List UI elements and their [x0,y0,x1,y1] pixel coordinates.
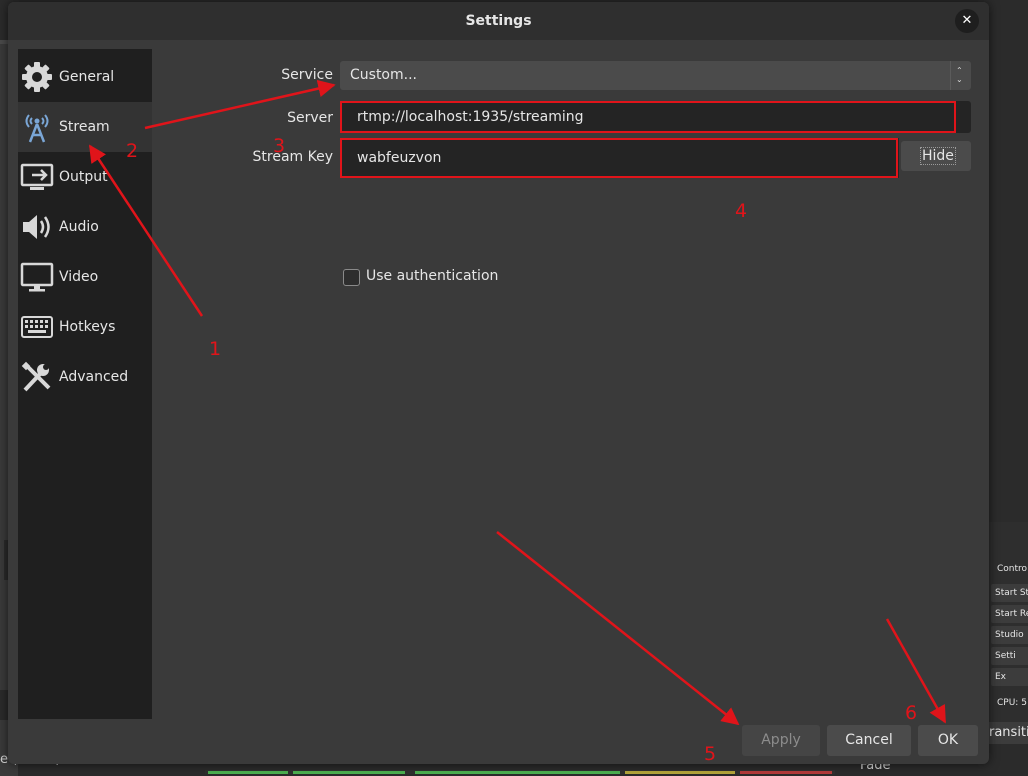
tools-icon [20,361,54,393]
speaker-icon [20,211,54,243]
background-transition-label: ransiti [989,722,1028,744]
dropdown-spinner-icon: ⌃ ⌄ [950,61,971,90]
chevron-up-icon: ⌃ [956,66,963,75]
annotation-number-5: 5 [704,743,717,765]
server-label: Server [287,110,333,126]
annotation-number-1: 1 [209,338,222,360]
cpu-status: CPU: 5 [997,698,1027,708]
use-authentication-label: Use authentication [366,268,499,284]
antenna-icon [20,111,54,143]
server-value: rtmp://localhost:1935/streaming [357,109,584,125]
keyboard-icon [20,311,54,343]
annotation-number-4: 4 [735,200,748,222]
apply-button[interactable]: Apply [742,725,820,756]
sidebar-item-label: Video [59,269,99,285]
close-icon[interactable]: ✕ [955,9,979,33]
start-streaming-button[interactable]: Start Stre [991,584,1028,602]
hide-key-button[interactable]: Hide [901,141,971,171]
ok-button[interactable]: OK [918,725,978,756]
annotation-number-2: 2 [126,140,139,162]
settings-button[interactable]: Setti [991,647,1028,665]
studio-mode-button[interactable]: Studio [991,626,1028,644]
dialog-title: Settings [465,13,532,29]
meter-segment [625,771,735,774]
output-monitor-icon [20,161,54,193]
settings-dialog: Settings ✕ General Stream Output Audio V… [8,2,989,764]
controls-heading: Contro [997,564,1028,574]
annotation-number-6: 6 [905,702,918,724]
stream-key-value: wabfeuzvon [357,150,442,166]
chevron-down-icon: ⌄ [956,75,963,84]
use-authentication-checkbox[interactable] [343,269,360,286]
stream-key-input[interactable]: wabfeuzvon [340,138,899,178]
sidebar-item-general[interactable]: General [18,52,152,102]
exit-button[interactable]: Ex [991,668,1028,686]
sidebar-item-advanced[interactable]: Advanced [18,352,152,402]
sidebar-item-label: Stream [59,119,110,135]
sidebar-item-label: General [59,69,115,85]
background-audio-meter [205,770,835,774]
server-input[interactable]: rtmp://localhost:1935/streaming [340,101,971,133]
service-dropdown[interactable]: Custom... ⌃ ⌄ [340,61,971,90]
background-window-right-edge: Contro Start Stre Start Rec Studio Setti… [989,40,1028,776]
meter-segment [293,771,405,774]
cancel-button[interactable]: Cancel [827,725,911,756]
meter-segment [415,771,620,774]
service-label: Service [281,67,333,83]
dialog-titlebar[interactable]: Settings ✕ [8,2,989,40]
sidebar-item-label: Hotkeys [59,319,116,335]
service-value: Custom... [350,67,417,83]
sidebar-item-label: Audio [59,219,99,235]
sidebar-item-label: Advanced [59,369,129,385]
annotation-number-3: 3 [273,135,286,157]
background-controls-panel: Contro Start Stre Start Rec Studio Setti… [989,522,1028,722]
start-recording-button[interactable]: Start Rec [991,605,1028,623]
meter-segment [740,771,832,774]
sidebar-item-audio[interactable]: Audio [18,202,152,252]
gear-icon [20,61,54,93]
sidebar-item-label: Output [59,169,108,185]
sidebar-item-video[interactable]: Video [18,252,152,302]
monitor-icon [20,261,54,293]
sidebar-item-hotkeys[interactable]: Hotkeys [18,302,152,352]
hide-button-label: Hide [920,147,956,165]
meter-segment [208,771,288,774]
